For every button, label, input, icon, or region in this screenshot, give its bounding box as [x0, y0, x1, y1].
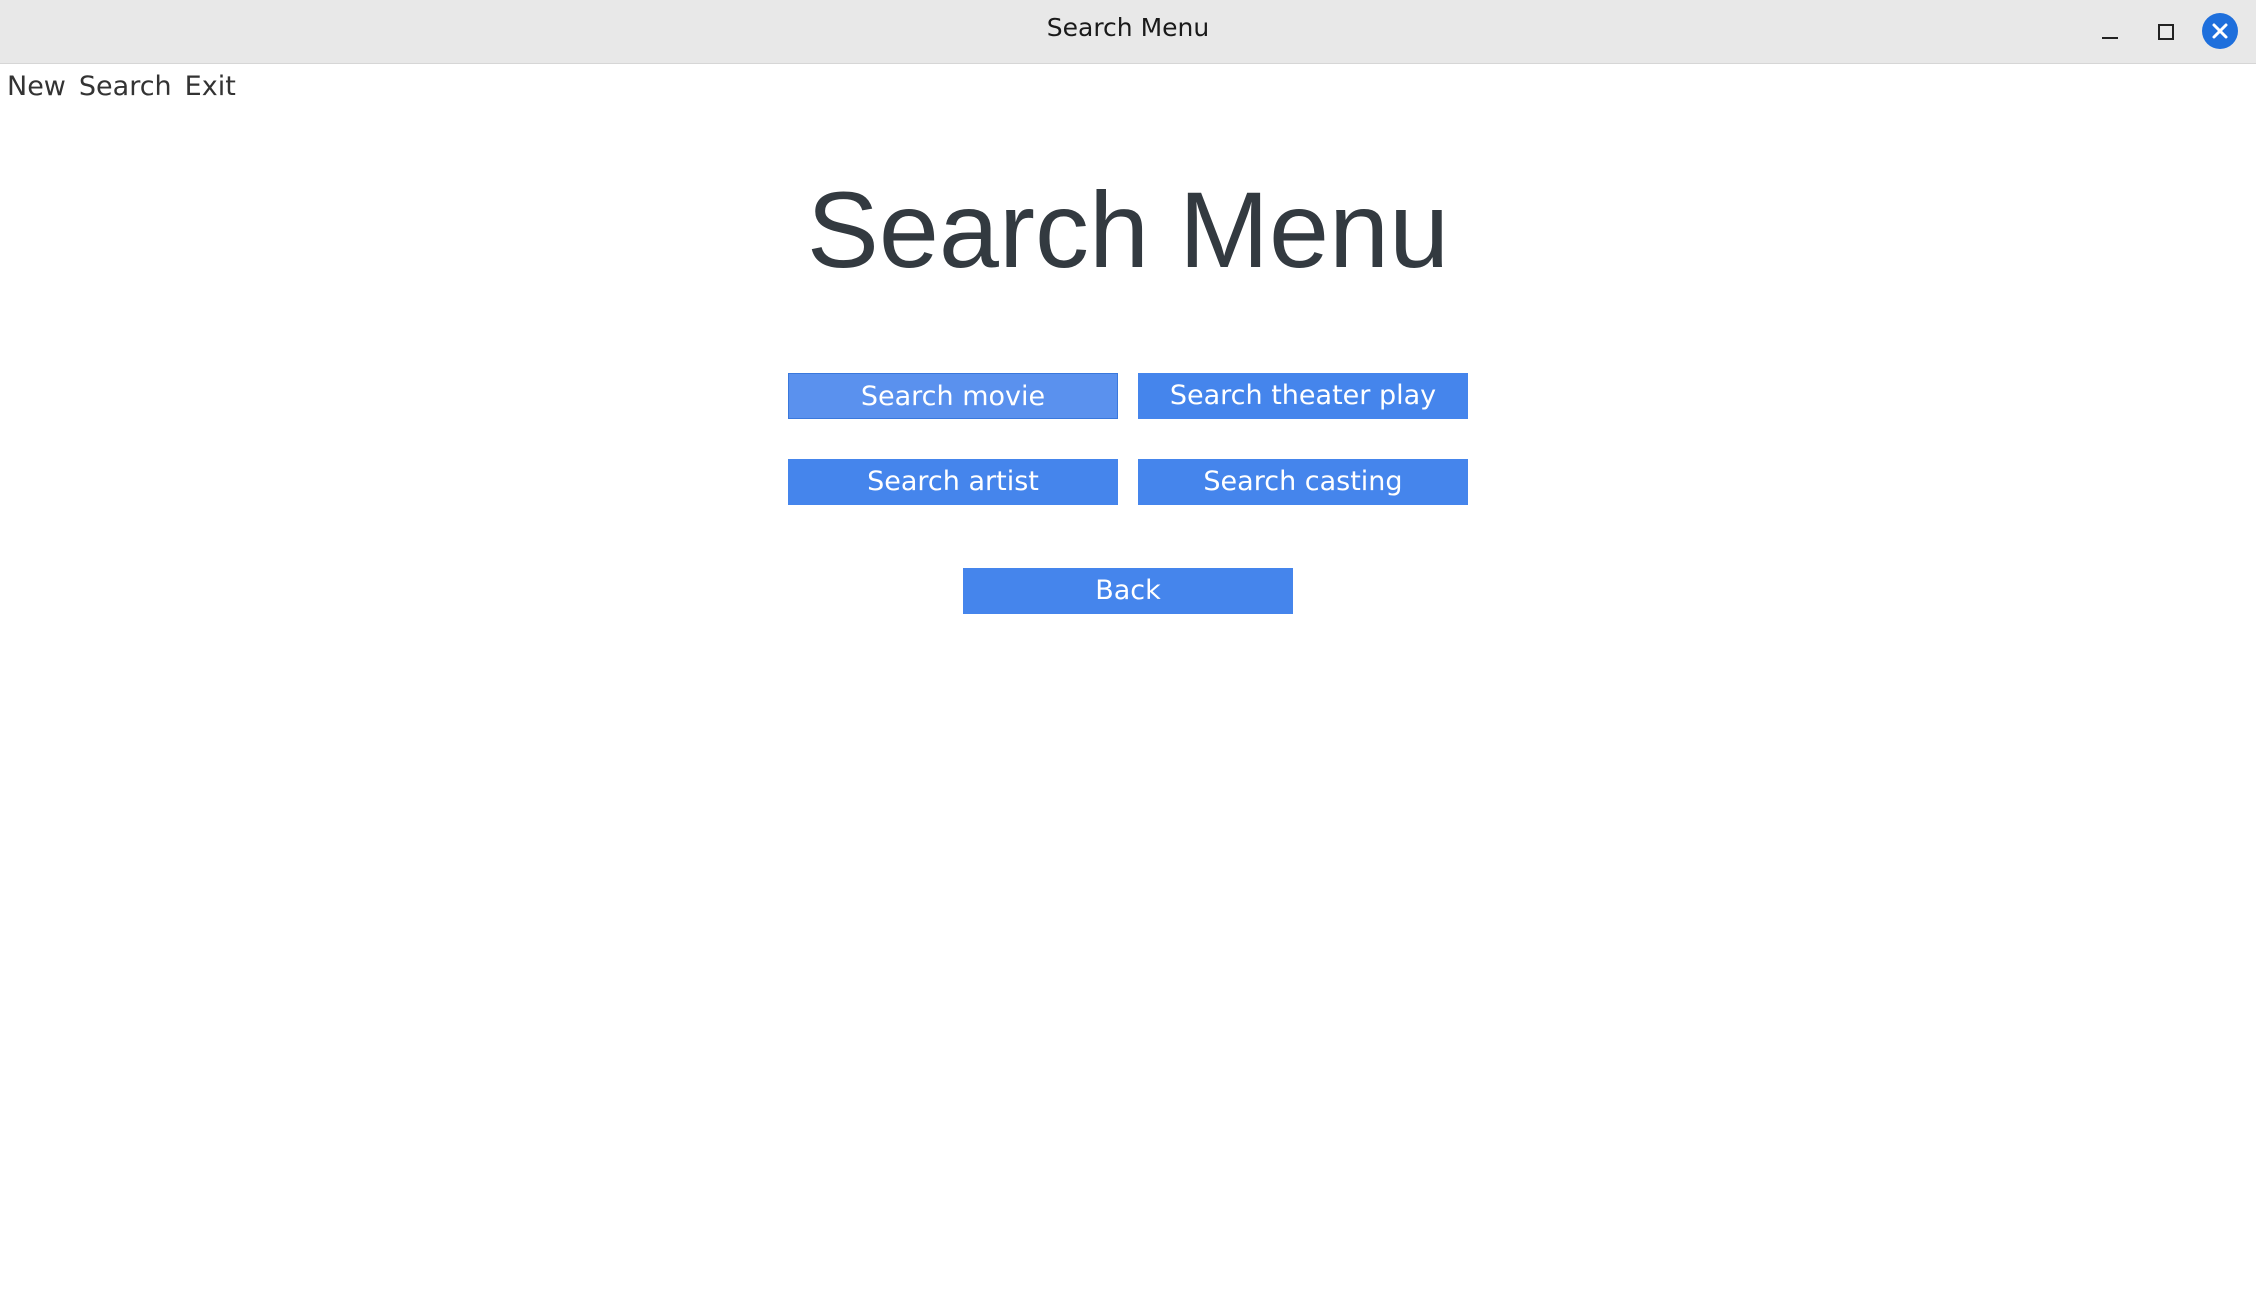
- minimize-icon[interactable]: [2092, 13, 2128, 49]
- menu-bar: New Search Exit: [0, 64, 249, 108]
- maximize-icon[interactable]: [2148, 13, 2184, 49]
- search-casting-button[interactable]: Search casting: [1138, 459, 1468, 505]
- search-artist-button[interactable]: Search artist: [788, 459, 1118, 505]
- menu-search[interactable]: Search: [79, 71, 172, 102]
- app-window: Search Menu New Search Exit Search Menu …: [0, 0, 2256, 1309]
- back-button[interactable]: Back: [963, 568, 1293, 614]
- page-title: Search Menu: [806, 169, 1450, 290]
- menu-exit[interactable]: Exit: [185, 71, 236, 102]
- window-title: Search Menu: [1046, 13, 1210, 42]
- menu-new[interactable]: New: [7, 71, 66, 102]
- close-icon[interactable]: [2202, 13, 2238, 49]
- search-movie-button[interactable]: Search movie: [788, 373, 1118, 419]
- title-bar[interactable]: Search Menu: [0, 0, 2256, 64]
- search-theater-play-button[interactable]: Search theater play: [1138, 373, 1468, 419]
